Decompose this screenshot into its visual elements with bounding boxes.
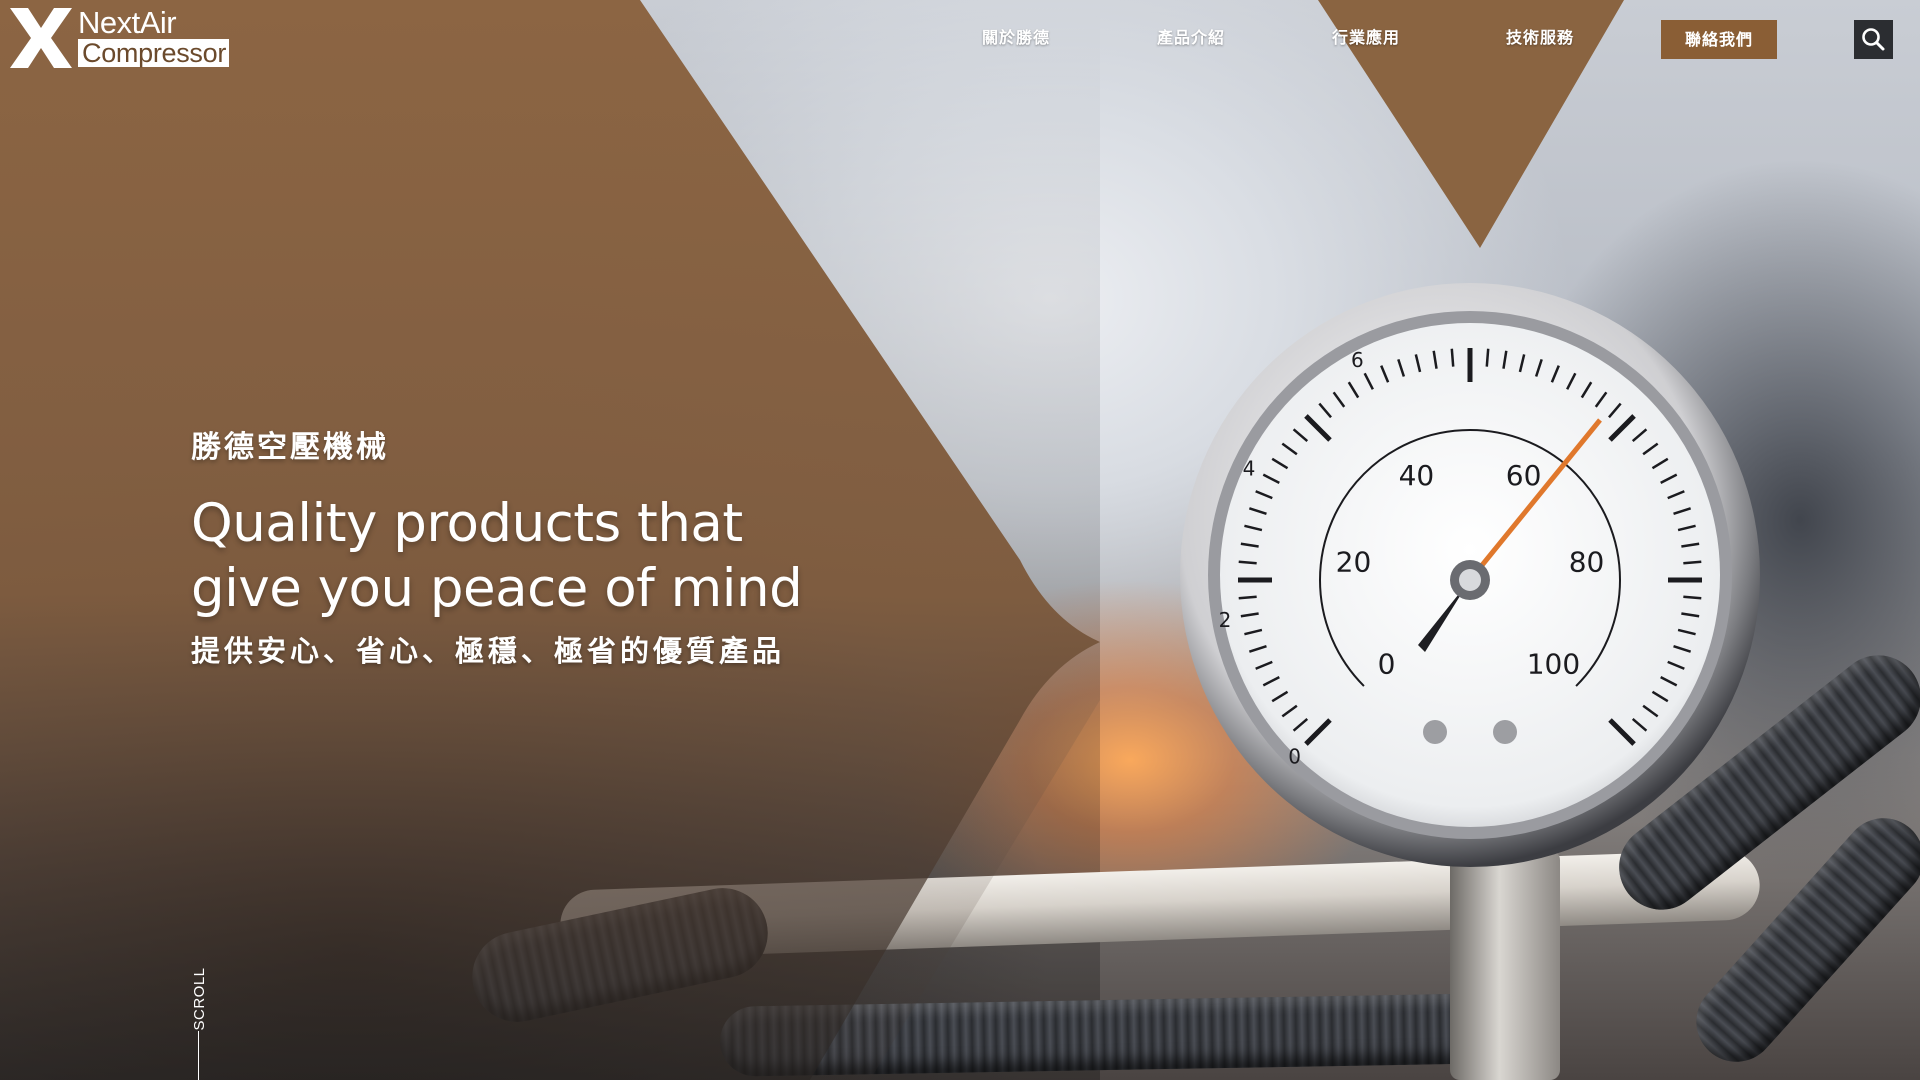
hero-headline-line2: give you peace of mind [191, 558, 803, 619]
gauge-tick [1450, 348, 1455, 367]
gauge-inner-label: 20 [1336, 546, 1372, 579]
hero-headline-line1: Quality products that [191, 493, 743, 554]
hero-tagline: 提供安心、省心、極穩、極省的優質產品 [191, 634, 786, 668]
gauge-inner-label: 100 [1527, 647, 1580, 680]
nav-item-products[interactable]: 產品介紹 [1157, 26, 1225, 50]
pressure-gauge: 0 20 40 60 80 100 0 2 4 6 [1180, 283, 1760, 867]
site-header: NextAir Compressor 關於勝德 產品介紹 行業應用 技術服務 聯… [0, 0, 1920, 80]
gauge-tick [1683, 560, 1702, 565]
nav-item-services[interactable]: 技術服務 [1506, 26, 1574, 50]
gauge-outer-label: 2 [1219, 608, 1232, 632]
nav-item-applications[interactable]: 行業應用 [1332, 26, 1400, 50]
gauge-outer-label: 0 [1288, 744, 1301, 768]
scroll-label: SCROLL [191, 967, 208, 1031]
contact-button[interactable]: 聯絡我們 [1661, 20, 1777, 59]
gauge-tick [1238, 560, 1257, 565]
hero-headline: Quality products that give you peace of … [191, 491, 803, 621]
search-button[interactable] [1854, 20, 1893, 59]
nav-item-about[interactable]: 關於勝德 [982, 26, 1050, 50]
gauge-inner-label: 40 [1399, 459, 1435, 492]
hero-text: 勝德空壓機械 Quality products that give you pe… [191, 428, 803, 673]
hero-page: 0 20 40 60 80 100 0 2 4 6 NextAir Compressor 關於勝德… [0, 0, 1920, 1080]
scroll-indicator[interactable]: SCROLL [190, 964, 212, 1080]
gauge-inner-label: 80 [1569, 546, 1605, 579]
scroll-line [198, 1031, 199, 1080]
gauge-outer-label: 4 [1243, 456, 1256, 480]
gauge-inner-label: 0 [1378, 647, 1396, 680]
main-nav: 關於勝德 產品介紹 行業應用 技術服務 [0, 26, 1920, 56]
hero-company-name: 勝德空壓機械 [191, 430, 389, 465]
gauge-inner-label: 60 [1506, 459, 1542, 492]
gauge-tick [1238, 595, 1257, 600]
gauge-outer-label: 6 [1351, 348, 1364, 372]
gauge-tick [1683, 595, 1702, 600]
gauge-screw [1493, 720, 1517, 744]
gauge-tick [1485, 348, 1490, 367]
search-icon [1862, 28, 1885, 51]
gauge-screw [1423, 720, 1447, 744]
